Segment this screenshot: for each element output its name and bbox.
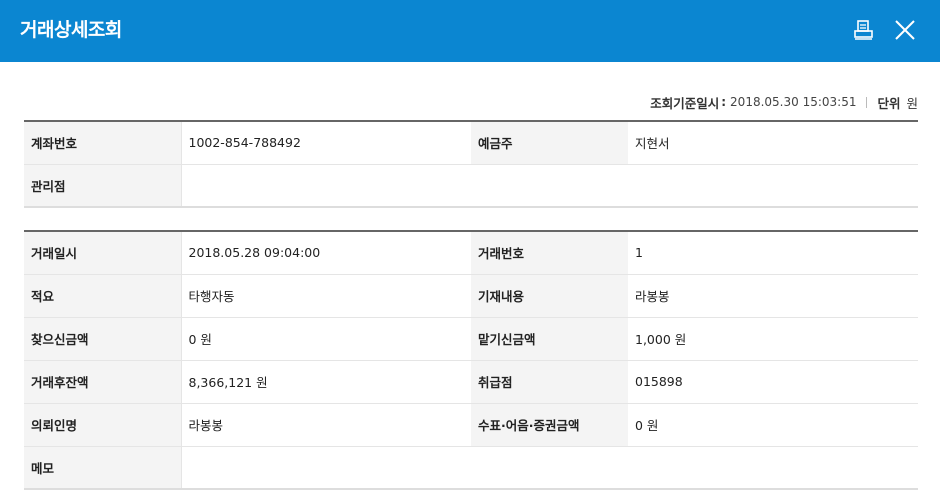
transaction-number-label: 거래번호 [471,231,628,275]
query-datetime-colon: : [721,95,727,109]
print-button[interactable] [852,18,876,42]
close-icon [895,20,915,40]
table-row: 의뢰인명 라봉봉 수표·어음·증권금액 0 원 [24,403,918,447]
dialog-header: 거래상세조회 [0,0,940,62]
transaction-datetime-value: 2018.05.28 09:04:00 [180,231,471,275]
account-holder-label: 예금주 [471,121,628,165]
check-amount-label: 수표·어음·증권금액 [471,403,628,447]
transaction-datetime-label: 거래일시 [24,231,181,275]
handling-branch-label: 취급점 [471,360,628,404]
meta-divider [866,96,868,108]
branch-value [180,164,918,207]
handling-branch-value: 015898 [628,360,918,404]
memo-label: 메모 [24,446,181,489]
table-row: 거래후잔액 8,366,121 원 취급점 015898 [24,360,918,404]
print-icon [854,20,873,40]
dialog-title: 거래상세조회 [20,19,122,41]
query-datetime-label: 조회기준일시 [650,95,720,111]
account-number-label: 계좌번호 [24,121,181,165]
query-datetime-value: 2018.05.30 15:03:51 [730,95,857,109]
summary-label: 적요 [24,274,181,318]
deposit-amount-label: 맡기신금액 [471,317,628,361]
table-row: 계좌번호 1002-854-788492 예금주 지현서 [24,121,918,165]
memo-value [180,446,918,489]
summary-value: 타행자동 [180,274,471,318]
account-number-value: 1002-854-788492 [180,121,471,165]
table-row: 찾으신금액 0 원 맡기신금액 1,000 원 [24,317,918,361]
withdrawal-amount-label: 찾으신금액 [24,317,181,361]
requester-name-label: 의뢰인명 [24,403,181,447]
table-row: 메모 [24,446,918,489]
unit-label: 단위 [877,95,901,111]
deposit-amount-value: 1,000 원 [628,317,918,361]
table-row: 거래일시 2018.05.28 09:04:00 거래번호 1 [24,231,918,275]
account-holder-value: 지현서 [628,121,918,165]
unit-value: 원 [906,95,918,111]
account-info-table: 계좌번호 1002-854-788492 예금주 지현서 관리점 [24,120,918,208]
transaction-number-value: 1 [628,231,918,275]
requester-name-value: 라봉봉 [180,403,471,447]
table-row: 적요 타행자동 기재내용 라봉봉 [24,274,918,318]
table-row: 관리점 [24,164,918,207]
check-amount-value: 0 원 [628,403,918,447]
transaction-detail-table: 거래일시 2018.05.28 09:04:00 거래번호 1 적요 타행자동 … [24,230,918,490]
description-value: 라봉봉 [628,274,918,318]
balance-after-label: 거래후잔액 [24,360,181,404]
withdrawal-amount-value: 0 원 [180,317,471,361]
query-meta: 조회기준일시 : 2018.05.30 15:03:51 단위 원 [650,93,918,111]
branch-label: 관리점 [24,164,181,207]
close-button[interactable] [893,18,917,42]
balance-after-value: 8,366,121 원 [180,360,471,404]
description-label: 기재내용 [471,274,628,318]
